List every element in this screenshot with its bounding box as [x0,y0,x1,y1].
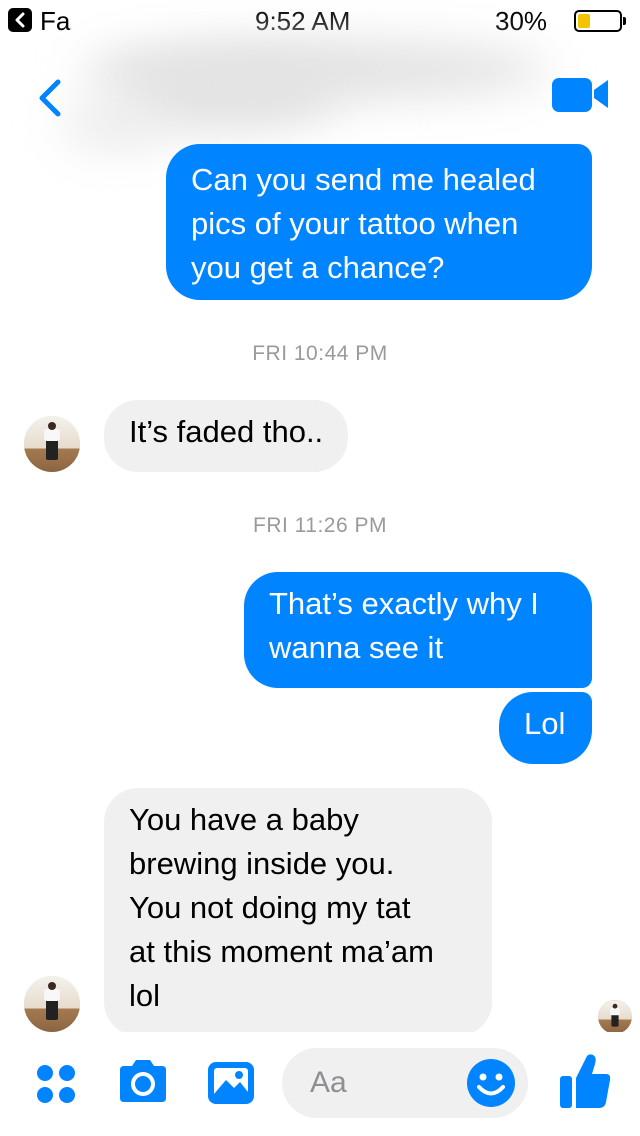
battery-icon [574,10,626,32]
contact-avatar[interactable] [24,416,80,472]
more-apps-icon[interactable] [36,1064,76,1109]
incoming-message[interactable]: It’s faded tho.. [104,400,349,472]
seen-receipt-avatar [598,1000,632,1034]
conversation-header [0,40,640,150]
status-bar: Fa 9:52 AM 30% [0,0,640,40]
chevron-left-icon[interactable] [34,78,64,123]
battery-percent: 30% [495,6,548,36]
back-to-app-label[interactable]: Fa [40,6,70,37]
outgoing-message[interactable]: Can you send me healed pics of your tatt… [166,144,592,300]
photo-gallery-icon[interactable] [206,1060,256,1111]
video-camera-icon[interactable] [552,74,610,119]
contact-name[interactable] [110,40,550,140]
message-composer [0,1032,640,1136]
battery-level-fill [578,14,590,28]
back-to-app-icon[interactable] [8,8,32,32]
message-timestamp: FRI 11:26 PM [253,514,387,537]
outgoing-message[interactable]: That’s exactly why I wanna see it [244,572,592,688]
camera-icon[interactable] [116,1058,170,1109]
outgoing-message[interactable]: Lol [499,692,592,764]
message-timestamp: FRI 10:44 PM [252,342,388,365]
incoming-message[interactable]: You have a baby brewing inside you. You … [104,788,492,1036]
status-time: 9:52 AM [255,6,351,36]
thumbs-up-icon[interactable] [558,1052,612,1115]
emoji-icon[interactable] [466,1058,516,1113]
contact-avatar[interactable] [24,976,80,1032]
